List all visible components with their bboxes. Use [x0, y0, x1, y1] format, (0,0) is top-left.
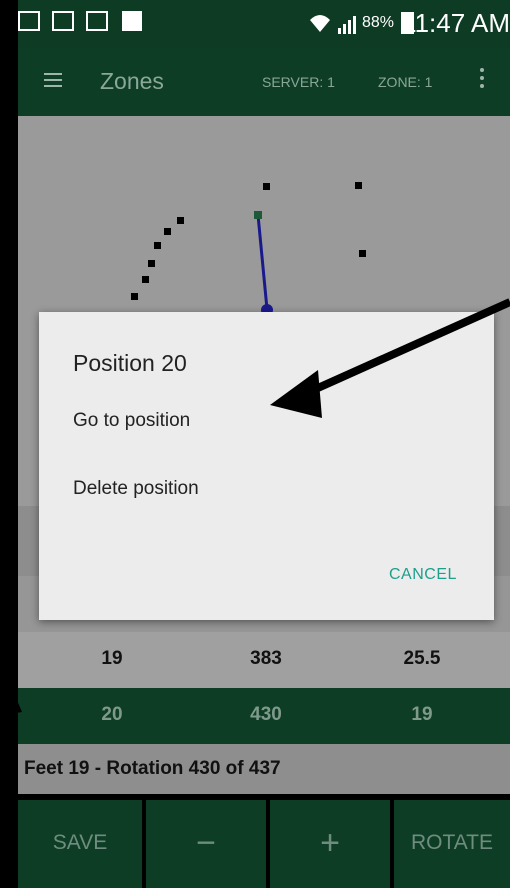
- rotation-cell: 383: [250, 648, 282, 669]
- battery-percent: 88%: [361, 14, 394, 31]
- position-info-text: Feet 19 - Rotation 430 of 437: [24, 758, 281, 779]
- server-label[interactable]: SERVER: 1: [262, 74, 335, 90]
- feet-cell: 19: [101, 648, 123, 669]
- table-row[interactable]: 19 383 25.5: [18, 632, 510, 688]
- info-bar: Feet 19 - Rotation 430 of 437: [18, 744, 510, 794]
- save-button[interactable]: SAVE: [18, 800, 142, 888]
- table-row-selected[interactable]: 20 430 19: [18, 688, 510, 744]
- voicemail-notification-icon: [86, 11, 108, 31]
- go-to-position-option[interactable]: Go to position: [73, 410, 190, 432]
- flipboard-notification-icon: [122, 11, 142, 31]
- increment-button[interactable]: +: [270, 800, 390, 888]
- value-cell: 19: [411, 704, 433, 725]
- page-title: Zones: [100, 68, 164, 94]
- zone-label[interactable]: ZONE: 1: [378, 74, 432, 90]
- gallery-notification-icon: [18, 11, 40, 31]
- overflow-menu-icon[interactable]: [480, 68, 486, 92]
- status-bar: 88% 11:47 AM: [18, 0, 510, 48]
- toolbar: Zones SERVER: 1 ZONE: 1: [18, 48, 510, 116]
- app-screen: 88% 11:47 AM Zones SERVER: 1 ZONE: 1 19 …: [18, 0, 510, 888]
- position-dialog: Position 20 Go to position Delete positi…: [39, 312, 494, 620]
- rotation-cell: 430: [250, 704, 282, 725]
- button-bar: SAVE − + ROTATE: [18, 794, 510, 888]
- cancel-button[interactable]: CANCEL: [389, 566, 457, 584]
- rotate-button[interactable]: ROTATE: [394, 800, 510, 888]
- decrement-button[interactable]: −: [146, 800, 266, 888]
- feet-cell: 20: [101, 704, 123, 725]
- dialog-title: Position 20: [73, 350, 187, 376]
- wifi-signal-icon: [310, 15, 356, 34]
- hamburger-menu-icon[interactable]: [44, 73, 62, 87]
- clock: 11:47 AM: [402, 8, 510, 38]
- delete-position-option[interactable]: Delete position: [73, 478, 199, 500]
- voicemail-notification-icon: [52, 11, 74, 31]
- current-position-marker: [254, 211, 262, 219]
- value-cell: 25.5: [403, 648, 441, 669]
